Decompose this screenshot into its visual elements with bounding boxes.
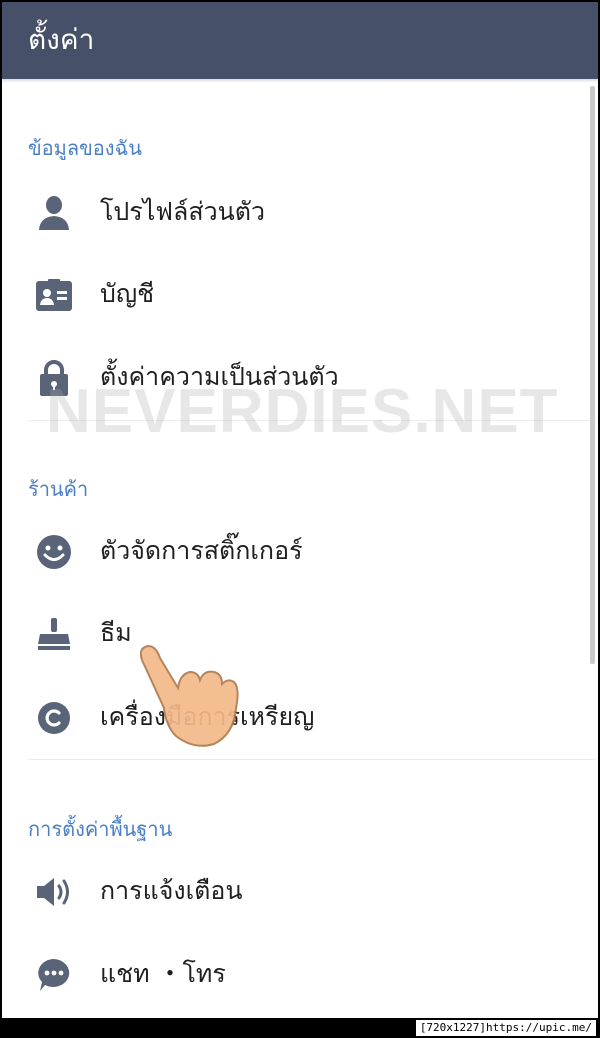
settings-item-label: โปรไฟล์ส่วนตัว (100, 197, 265, 226)
section-divider (28, 759, 596, 760)
app-bar: ตั้งค่า (2, 2, 598, 79)
settings-item-label: บัญชี (100, 279, 155, 308)
image-source-label: [720x1227]https://upic.me/ (415, 1020, 596, 1036)
brush-icon (34, 614, 74, 654)
id-card-icon (34, 275, 74, 315)
speaker-icon (34, 872, 74, 912)
watermark: NEVERDIES.NET (46, 377, 559, 446)
section-title-shop: ร้านค้า (28, 477, 89, 501)
scrollbar[interactable] (590, 86, 595, 664)
settings-item-theme[interactable]: ธีม (2, 594, 598, 674)
smiley-icon (34, 532, 74, 572)
settings-screen: ตั้งค่า ข้อมูลของฉัน โปรไฟล์ส่วนตัว บัญช… (2, 2, 598, 1018)
settings-item-label: ธีม (100, 618, 132, 647)
section-title-my-info: ข้อมูลของฉัน (28, 136, 142, 160)
person-icon (34, 193, 74, 233)
settings-item-notifications[interactable]: การแจ้งเตือน (2, 852, 598, 932)
settings-item-label: แชท ・โทร (100, 959, 226, 988)
app-bar-shadow (2, 79, 598, 83)
settings-item-label: การแจ้งเตือน (100, 876, 243, 905)
settings-item-sticker-manager[interactable]: ตัวจัดการสติ๊กเกอร์ (2, 512, 598, 592)
section-title-basic-settings: การตั้งค่าพื้นฐาน (28, 817, 173, 841)
settings-item-account[interactable]: บัญชี (2, 255, 598, 335)
chat-bubble-icon (34, 955, 74, 995)
settings-item-chat-call[interactable]: แชท ・โทร (2, 935, 598, 1015)
pointing-hand-icon (136, 638, 246, 754)
settings-item-label: ตัวจัดการสติ๊กเกอร์ (100, 536, 303, 565)
settings-item-profile[interactable]: โปรไฟล์ส่วนตัว (2, 173, 598, 253)
settings-item-coins[interactable]: เครื่องมือการเหรียญ (2, 678, 598, 758)
page-title: ตั้งค่า (28, 23, 95, 56)
coin-icon (34, 698, 74, 738)
